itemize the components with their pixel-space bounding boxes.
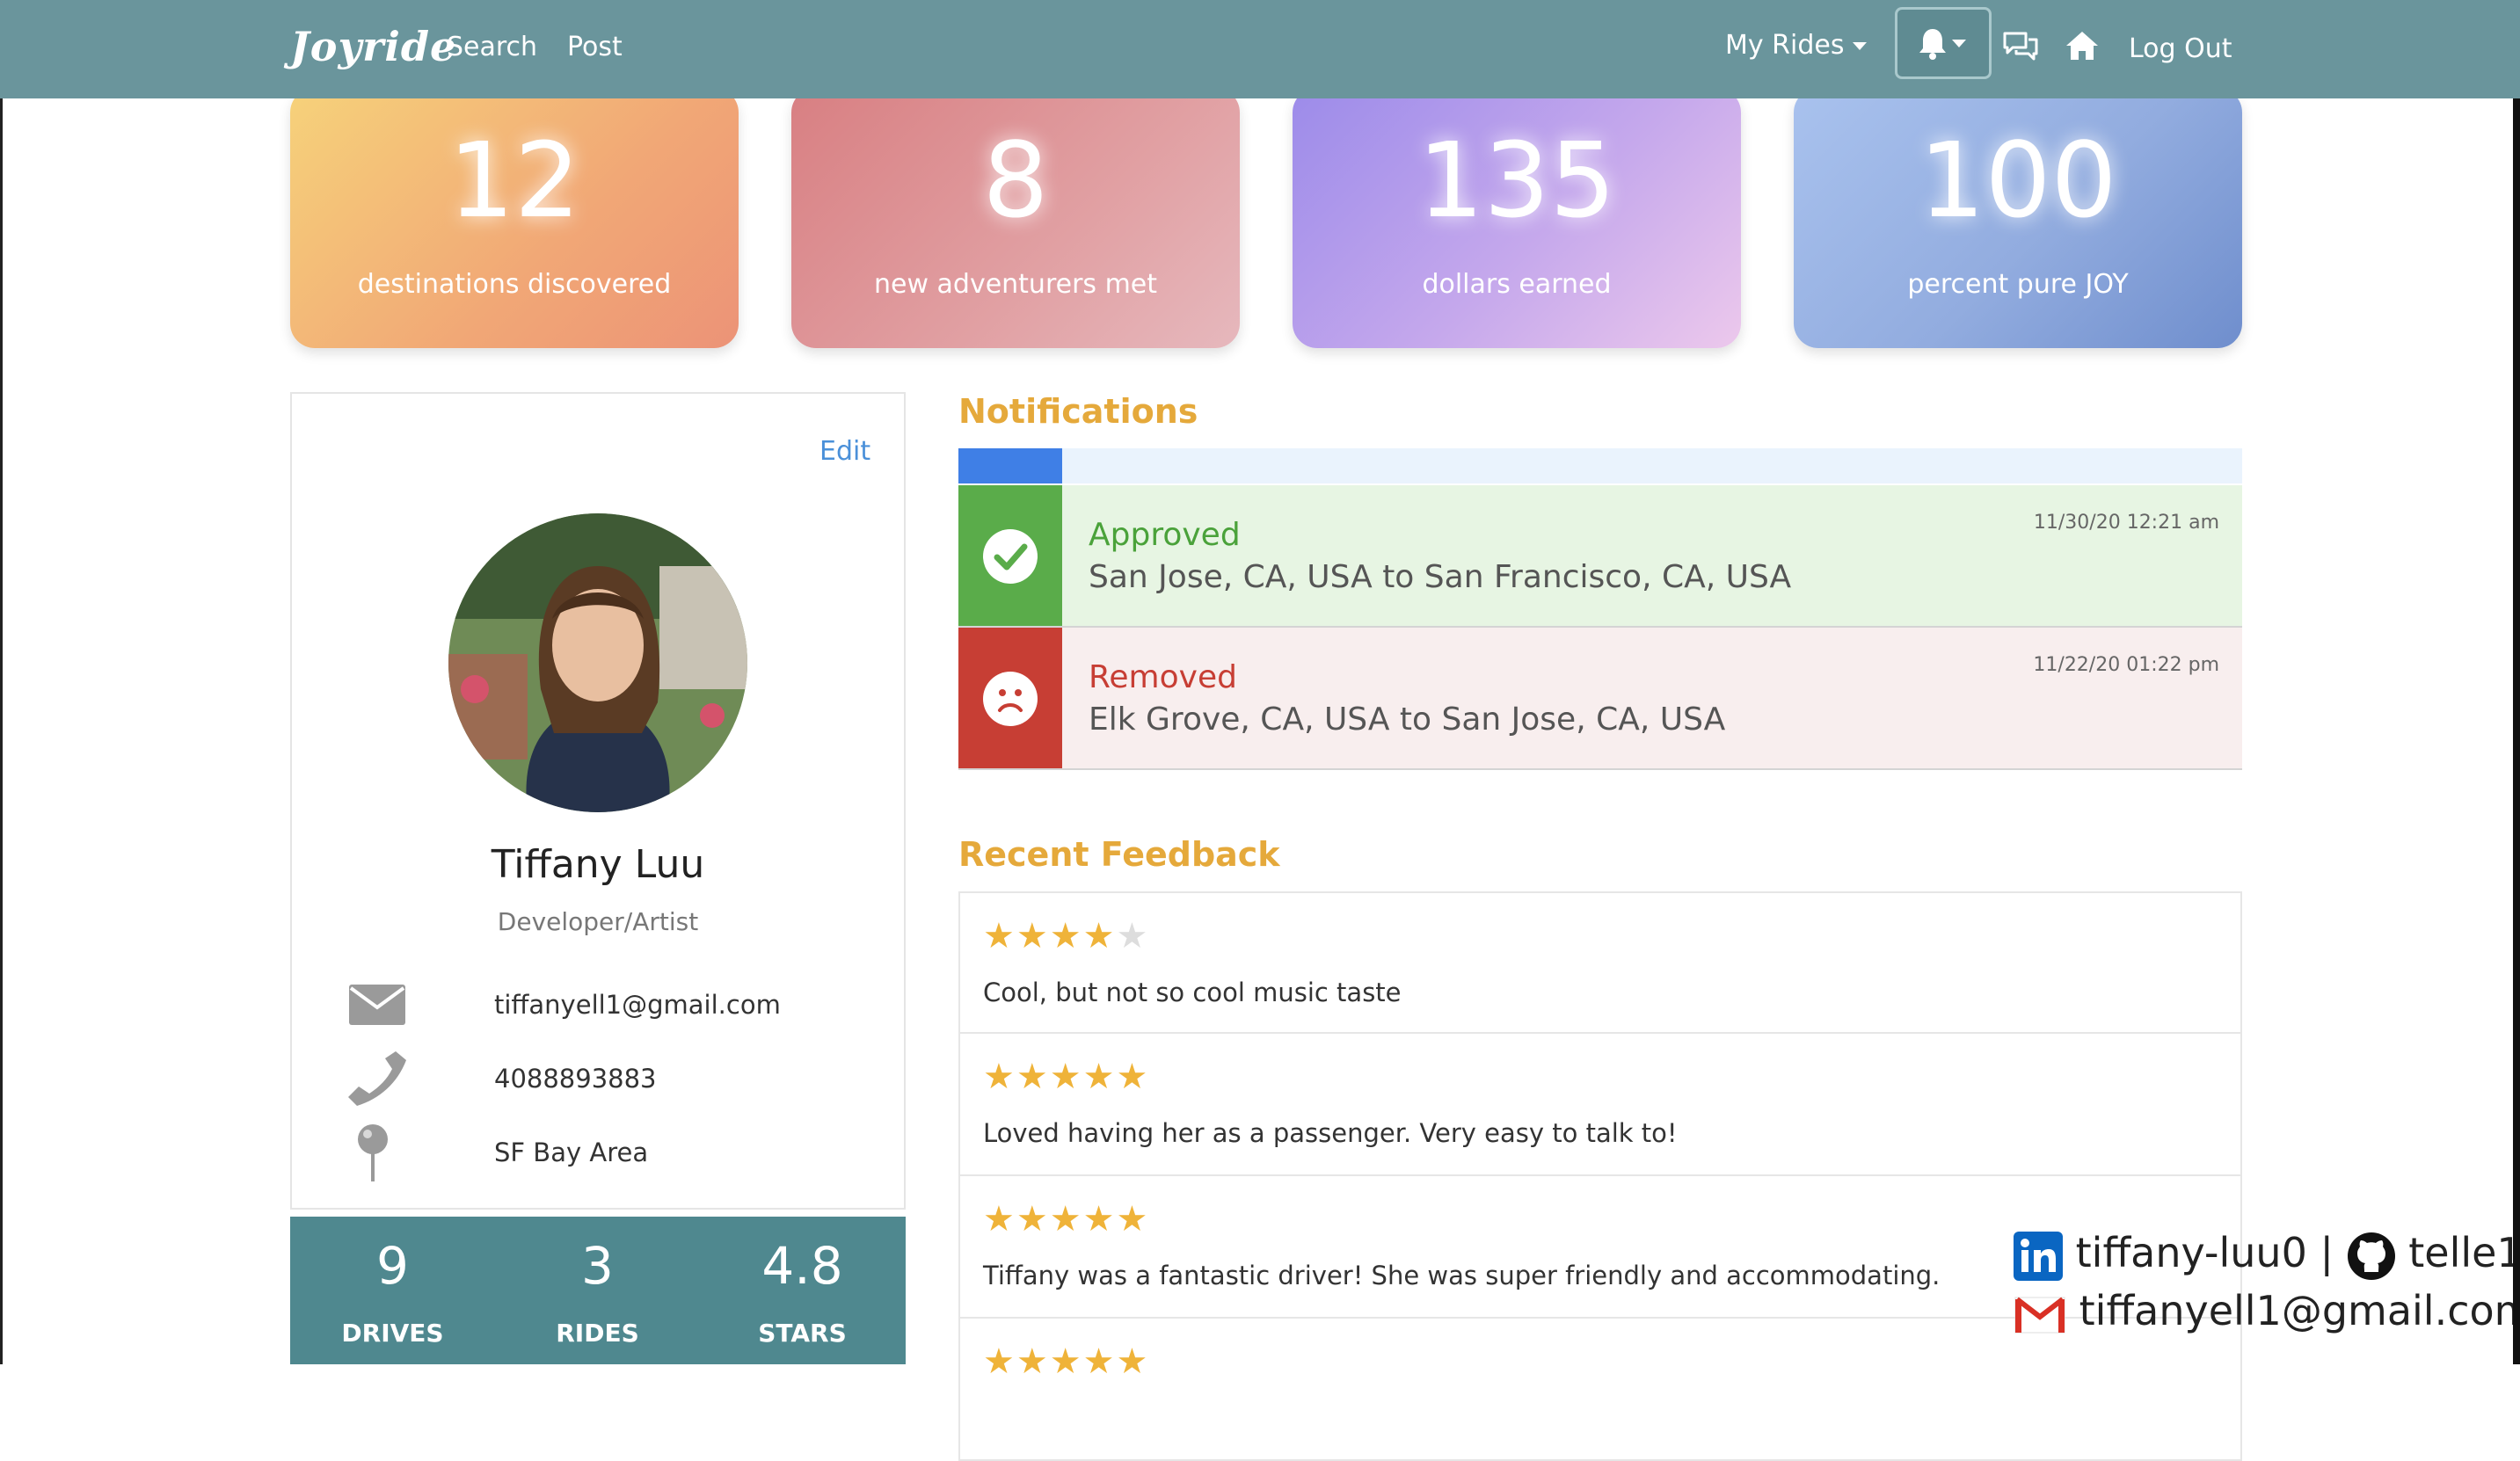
stars-count: 4.8 <box>761 1236 843 1296</box>
drives-label: DRIVES <box>341 1319 444 1348</box>
gmail-address[interactable]: tiffanyell1@gmail.com <box>2079 1287 2520 1334</box>
phone-icon <box>348 1051 406 1106</box>
notifications-title: Notifications <box>958 392 1198 431</box>
notification-time: 11/22/20 01:22 pm <box>2033 654 2219 676</box>
notification-item-approved[interactable]: Approved San Jose, CA, USA to San Franci… <box>958 485 2242 628</box>
top-navbar: Joyride Search Post My Rides Log Out <box>0 0 2520 98</box>
profile-location: SF Bay Area <box>494 1138 649 1167</box>
stat-card-destinations: 12 destinations discovered <box>290 88 739 348</box>
notification-status-strip <box>958 448 1062 483</box>
ride-summary-bar: 9 DRIVES 3 RIDES 4.8 STARS <box>290 1217 906 1364</box>
rides-count: 3 <box>581 1236 614 1296</box>
stat-label: new adventurers met <box>873 269 1158 300</box>
logout-link[interactable]: Log Out <box>2129 33 2232 64</box>
my-rides-dropdown[interactable]: My Rides <box>1725 30 1868 61</box>
window-edge-left <box>0 0 3 1364</box>
scrollbar-track[interactable] <box>2513 70 2520 1364</box>
stat-label: dollars earned <box>1422 269 1612 300</box>
star-rating: ★★★★★ <box>983 1341 1150 1382</box>
notification-time: 11/30/20 12:21 am <box>2033 512 2219 534</box>
checkmark-icon <box>983 529 1038 584</box>
envelope-icon <box>349 985 405 1025</box>
gmail-icon[interactable] <box>2014 1294 2066 1334</box>
gmail-line: tiffanyell1@gmail.com <box>2014 1287 2520 1334</box>
stat-label: destinations discovered <box>357 269 672 300</box>
feedback-item: ★★★★★ Cool, but not so cool music taste <box>958 891 2242 1034</box>
avatar <box>448 513 747 812</box>
profile-role: Developer/Artist <box>497 907 699 936</box>
chevron-down-icon <box>1853 42 1868 50</box>
social-separator: | <box>2320 1229 2334 1276</box>
star-rating: ★★★★★ <box>983 1199 1150 1239</box>
feedback-item: ★★★★★ Loved having her as a passenger. V… <box>958 1034 2242 1176</box>
map-pin-icon <box>358 1124 388 1181</box>
chevron-down-icon <box>1952 40 1966 47</box>
home-icon[interactable] <box>2065 30 2100 62</box>
social-links-line: tiffany-luu0 | telle1 <box>2014 1229 2520 1281</box>
stat-card-adventurers: 8 new adventurers met <box>791 88 1240 348</box>
notification-route: Elk Grove, CA, USA to San Jose, CA, USA <box>1089 701 1726 738</box>
notifications-dropdown-button[interactable] <box>1895 7 1992 79</box>
profile-email: tiffanyell1@gmail.com <box>494 990 781 1020</box>
profile-name: Tiffany Luu <box>491 842 705 887</box>
sad-face-icon <box>983 672 1038 726</box>
github-handle[interactable]: telle1 <box>2408 1229 2520 1276</box>
edit-profile-link[interactable]: Edit <box>819 436 870 467</box>
star-rating: ★★★★★ <box>983 1057 1150 1097</box>
profile-card: Edit Tiffany Luu Developer/Artist tiffan… <box>290 392 906 1210</box>
nav-search-link[interactable]: Search <box>447 32 537 62</box>
bell-icon <box>1919 29 1946 60</box>
feedback-text: Tiffany was a fantastic driver! She was … <box>983 1261 1941 1290</box>
stat-card-dollars: 135 dollars earned <box>1293 88 1741 348</box>
profile-phone: 4088893883 <box>494 1064 657 1094</box>
notification-item-partial[interactable] <box>958 448 2242 483</box>
linkedin-icon[interactable] <box>2014 1231 2063 1281</box>
my-rides-label: My Rides <box>1725 30 1845 61</box>
stat-label: percent pure JOY <box>1907 269 2129 300</box>
stat-card-joy: 100 percent pure JOY <box>1794 88 2242 348</box>
feedback-text: Loved having her as a passenger. Very ea… <box>983 1118 1678 1148</box>
linkedin-handle[interactable]: tiffany-luu0 <box>2076 1229 2307 1276</box>
notification-status: Approved <box>1089 517 1241 553</box>
notification-status: Removed <box>1089 659 1237 695</box>
feedback-text: Cool, but not so cool music taste <box>983 978 1402 1007</box>
stat-value: 135 <box>1417 120 1616 241</box>
feedback-item: ★★★★★ <box>958 1319 2242 1461</box>
avatar-photo <box>448 513 747 812</box>
notification-item-removed[interactable]: Removed Elk Grove, CA, USA to San Jose, … <box>958 628 2242 770</box>
star-rating: ★★★★★ <box>983 916 1150 956</box>
feedback-title: Recent Feedback <box>958 835 1280 874</box>
chat-icon[interactable] <box>2002 30 2039 63</box>
rides-label: RIDES <box>556 1319 639 1348</box>
nav-post-link[interactable]: Post <box>567 32 623 62</box>
drives-count: 9 <box>376 1236 409 1296</box>
notification-route: San Jose, CA, USA to San Francisco, CA, … <box>1089 559 1792 595</box>
stat-value: 12 <box>448 120 581 241</box>
stat-value: 100 <box>1919 120 2117 241</box>
stars-label: STARS <box>758 1319 847 1348</box>
github-icon[interactable] <box>2347 1232 2396 1281</box>
brand-logo[interactable]: Joyride <box>290 23 456 70</box>
stat-value: 8 <box>982 120 1049 241</box>
